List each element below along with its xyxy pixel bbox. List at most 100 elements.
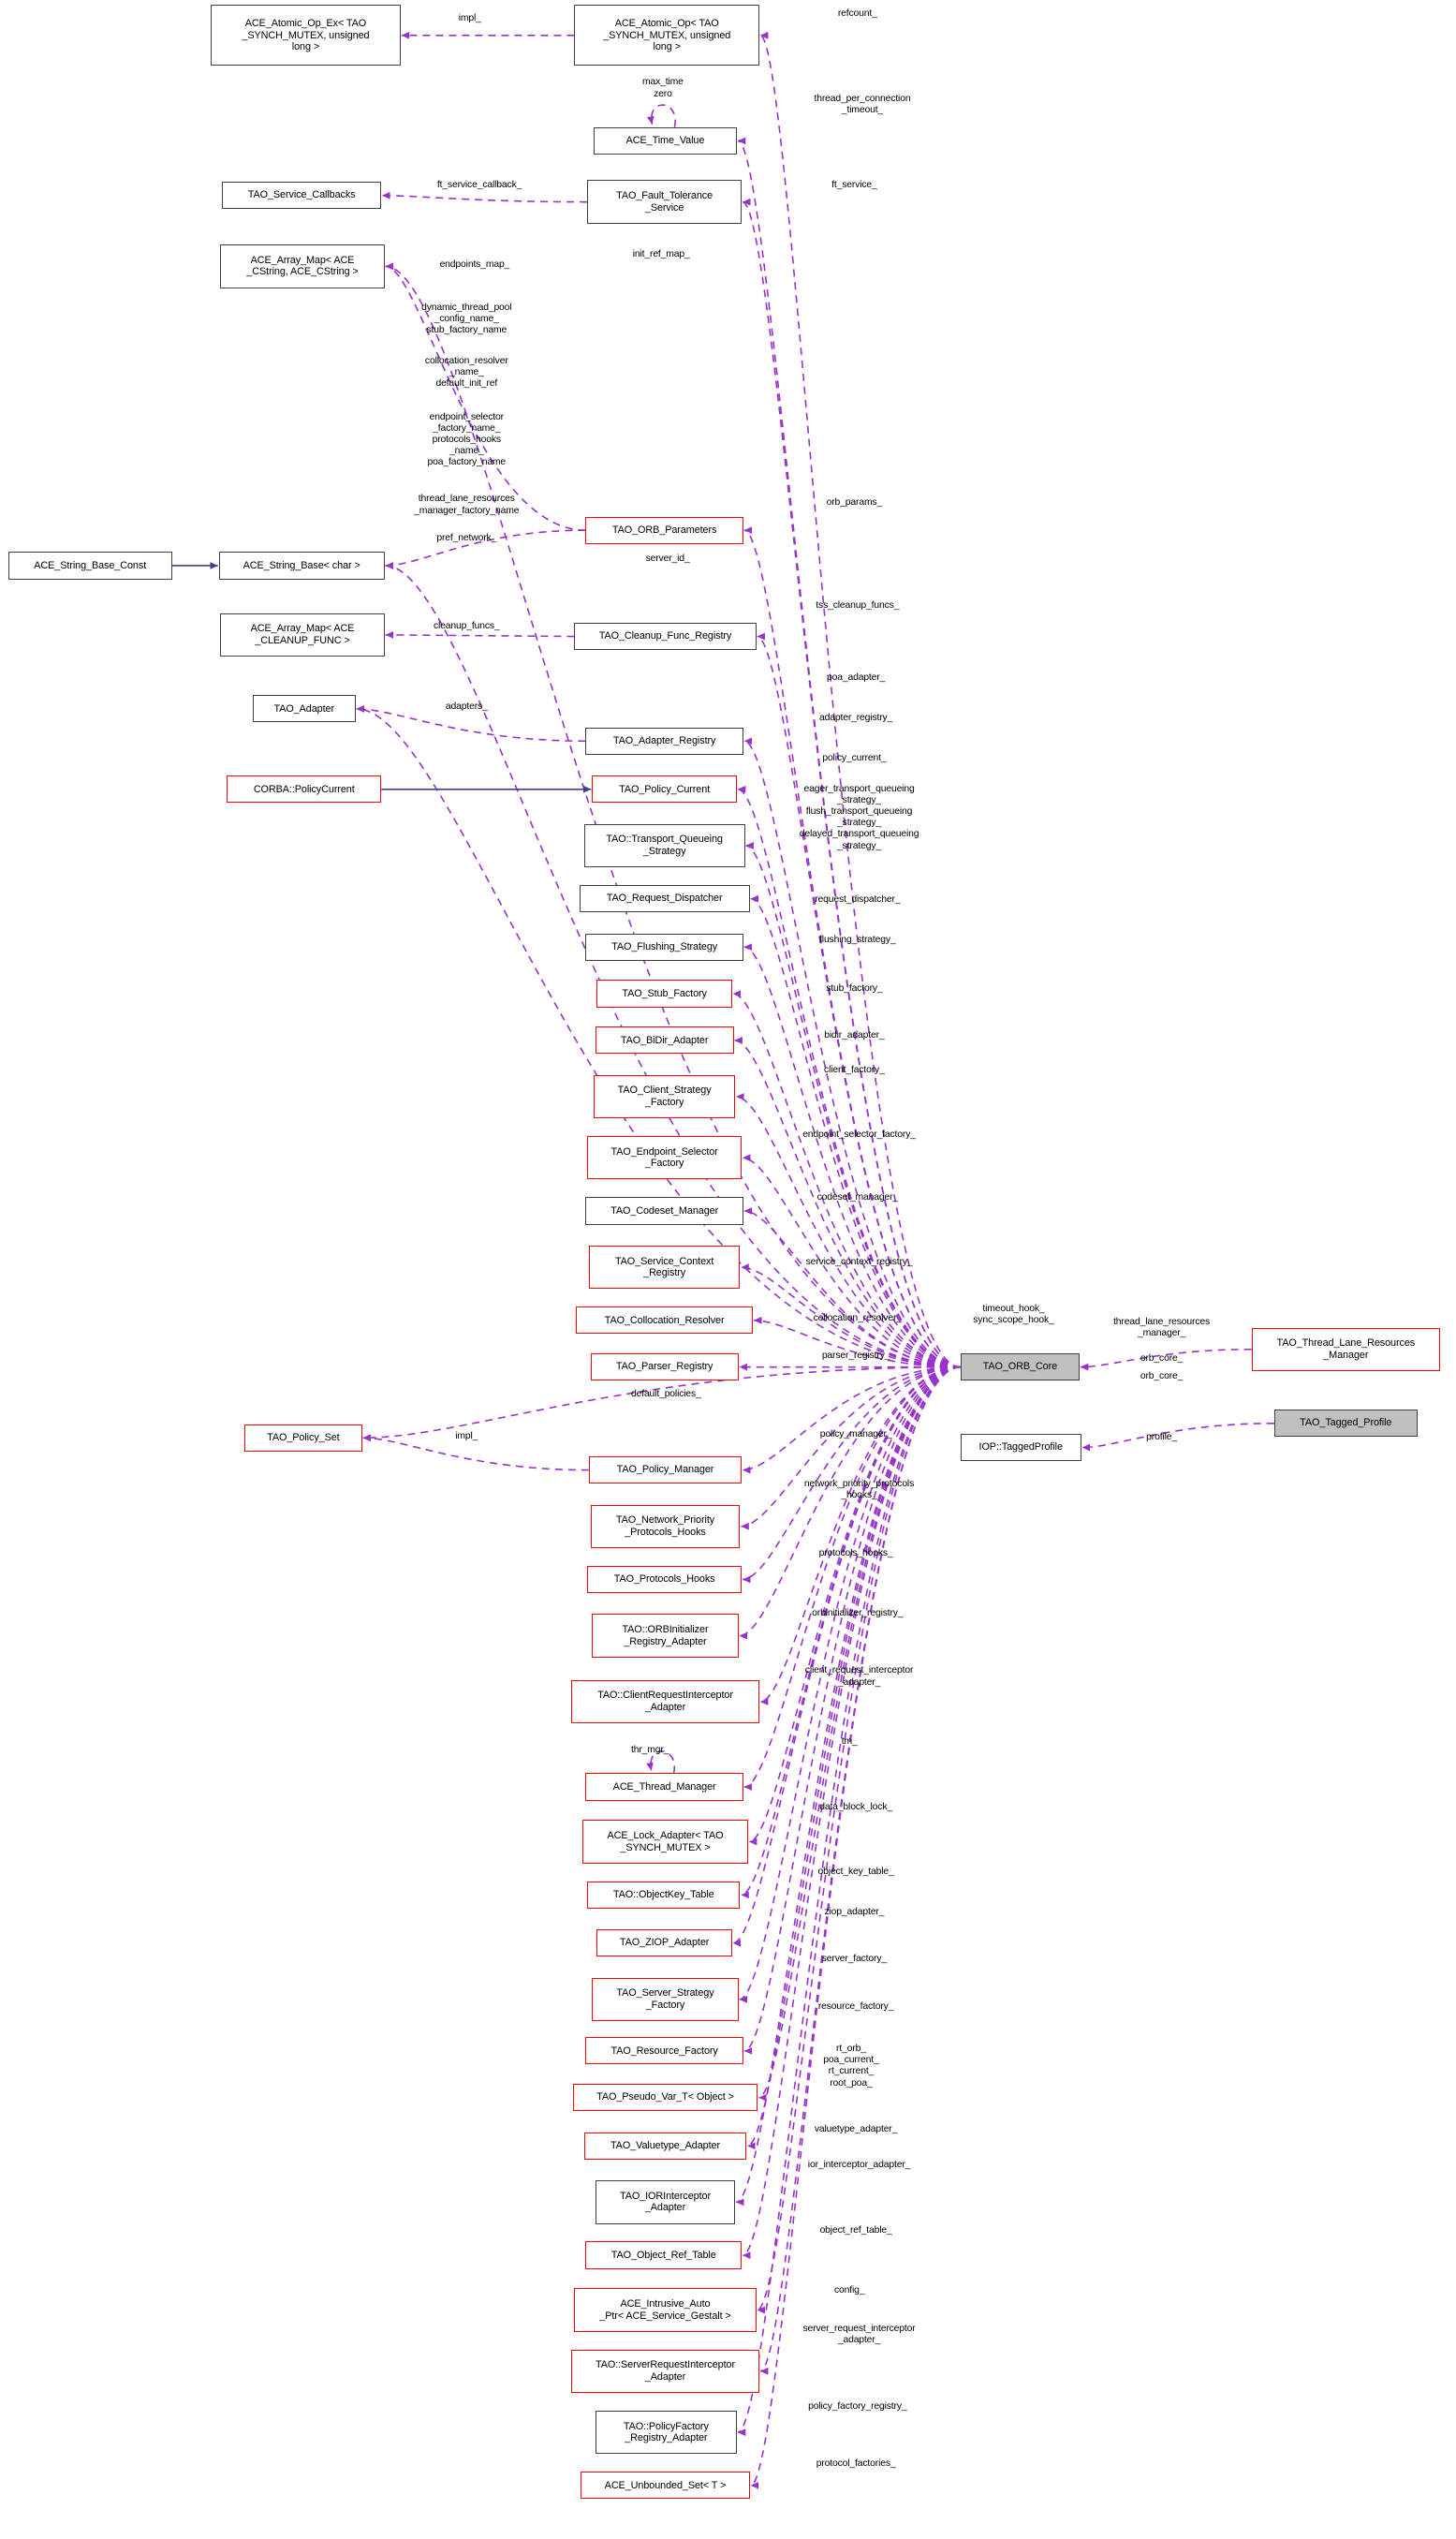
edge-label: max_time zero bbox=[642, 77, 684, 99]
class-node[interactable]: TAO_Codeset_Manager bbox=[585, 1197, 743, 1225]
edge bbox=[356, 704, 586, 743]
edge-label: orb_core_ bbox=[1140, 1370, 1184, 1381]
class-node[interactable]: ACE_Unbounded_Set< T > bbox=[581, 2472, 750, 2500]
edge-label: server_id_ bbox=[645, 554, 690, 565]
class-node[interactable]: TAO_ZIOP_Adapter bbox=[596, 1929, 732, 1957]
edge-label: endpoints_map_ bbox=[439, 258, 510, 270]
class-node[interactable]: ACE_Time_Value bbox=[594, 126, 737, 155]
class-node[interactable]: TAO_Cleanup_Func_Registry bbox=[574, 622, 757, 651]
edge-label: eager_transport_queueing _strategy_ flus… bbox=[799, 783, 919, 851]
edge bbox=[732, 990, 961, 1368]
class-node[interactable]: TAO::ObjectKey_Table bbox=[587, 1881, 741, 1909]
class-node[interactable]: TAO_Protocols_Hooks bbox=[587, 1565, 743, 1594]
class-node[interactable]: TAO::PolicyFactory _Registry_Adapter bbox=[595, 2410, 737, 2455]
class-node[interactable]: TAO_Request_Dispatcher bbox=[579, 885, 750, 913]
edge-label: poa_adapter_ bbox=[826, 672, 886, 684]
edge-label: endpoint_selector _factory_name_ protoco… bbox=[427, 411, 507, 468]
class-node[interactable]: IOP::TaggedProfile bbox=[960, 1433, 1081, 1462]
edge bbox=[737, 1365, 961, 2436]
class-node[interactable]: TAO_Tagged_Profile bbox=[1273, 1410, 1418, 1438]
class-node[interactable]: TAO_Object_Ref_Table bbox=[585, 2241, 743, 2269]
edge-label: rt_orb_ poa_current_ rt_current_ root_po… bbox=[823, 2044, 879, 2089]
class-node[interactable]: ACE_Atomic_Op< TAO _SYNCH_MUTEX, unsigne… bbox=[574, 5, 759, 66]
edge-label: init_ref_map_ bbox=[632, 249, 690, 260]
class-node[interactable]: TAO_Adapter bbox=[252, 695, 356, 723]
class-node[interactable]: TAO_ORB_Parameters bbox=[585, 516, 743, 544]
class-node[interactable]: TAO_Parser_Registry bbox=[590, 1353, 739, 1381]
edge-label: collocation_resolver _name_ default_init… bbox=[424, 355, 508, 390]
edge bbox=[745, 842, 961, 1368]
class-node[interactable]: ACE_Intrusive_Auto _Ptr< ACE_Service_Ges… bbox=[574, 2288, 757, 2332]
edge bbox=[757, 1365, 961, 2102]
edge-label: policy_current_ bbox=[822, 753, 887, 764]
class-node[interactable]: ACE_String_Base_Const bbox=[7, 552, 172, 580]
edge-label: tss_cleanup_funcs_ bbox=[816, 599, 900, 611]
edge-label: tm_ bbox=[841, 1735, 858, 1747]
edge-label: config_ bbox=[834, 2284, 865, 2295]
class-node[interactable]: TAO_Adapter_Registry bbox=[585, 727, 743, 755]
edge bbox=[385, 631, 575, 639]
edge-label: request_dispatcher_ bbox=[815, 894, 901, 906]
class-node[interactable]: TAO_Policy_Set bbox=[244, 1424, 362, 1452]
edge-label: policy_manager_ bbox=[819, 1428, 892, 1439]
class-node[interactable]: TAO_Service_Context _Registry bbox=[588, 1245, 741, 1290]
edge bbox=[759, 32, 961, 1368]
edge-label: profile_ bbox=[1146, 1432, 1177, 1443]
class-node[interactable]: ACE_Array_Map< ACE _CString, ACE_CString… bbox=[220, 244, 385, 288]
class-node[interactable]: TAO_Pseudo_Var_T< Object > bbox=[572, 2084, 758, 2112]
class-node[interactable]: TAO_IORInterceptor _Adapter bbox=[595, 2180, 736, 2224]
class-node[interactable]: TAO_Collocation_Resolver bbox=[576, 1306, 754, 1335]
class-node[interactable]: ACE_Thread_Manager bbox=[585, 1773, 743, 1801]
edge bbox=[732, 1365, 961, 1947]
class-node[interactable]: TAO_Network_Priority _Protocols_Hooks bbox=[590, 1504, 741, 1548]
class-node[interactable]: TAO_Stub_Factory bbox=[596, 980, 732, 1008]
edge-label: impl_ bbox=[455, 1430, 478, 1441]
edge bbox=[743, 1207, 961, 1368]
class-node[interactable]: TAO_BiDir_Adapter bbox=[595, 1026, 734, 1055]
edge-label: pref_network_ bbox=[436, 532, 497, 543]
class-node[interactable]: TAO_Thread_Lane_Resources _Manager bbox=[1251, 1327, 1440, 1371]
class-node[interactable]: CORBA::PolicyCurrent bbox=[227, 775, 382, 804]
class-node[interactable]: TAO::Transport_Queueing _Strategy bbox=[583, 823, 745, 868]
edge-label: timeout_hook_ sync_scope_hook_ bbox=[973, 1303, 1054, 1325]
class-node[interactable]: TAO_Valuetype_Adapter bbox=[583, 2132, 747, 2160]
class-node[interactable]: TAO_ORB_Core bbox=[960, 1353, 1080, 1381]
edge-label: thread_lane_resources _manager_ bbox=[1113, 1316, 1211, 1338]
class-node[interactable]: TAO_Fault_Tolerance _Service bbox=[587, 180, 743, 224]
edge-label: object_ref_table_ bbox=[819, 2225, 892, 2236]
edge-label: codeset_manager_ bbox=[816, 1192, 899, 1203]
class-node[interactable]: TAO_Client_Strategy _Factory bbox=[594, 1074, 736, 1119]
edge-label: orb_params_ bbox=[826, 496, 883, 508]
edge-label: thr_mgr_ bbox=[630, 1744, 669, 1755]
edge-label: resource_factory_ bbox=[817, 2001, 894, 2013]
edge-label: object_key_table_ bbox=[817, 1867, 894, 1878]
edge bbox=[750, 1365, 961, 2489]
edge bbox=[741, 1365, 961, 1899]
class-node[interactable]: ACE_Lock_Adapter< TAO _SYNCH_MUTEX > bbox=[582, 1820, 748, 1864]
edge-label: cleanup_funcs_ bbox=[433, 621, 500, 632]
edge-label: thread_lane_resources _manager_factory_n… bbox=[414, 494, 520, 516]
edge-label: ft_service_callback_ bbox=[436, 180, 522, 191]
class-node[interactable]: TAO::ServerRequestInterceptor _Adapter bbox=[570, 2349, 759, 2393]
edge-label: stub_factory_ bbox=[826, 982, 883, 994]
class-node[interactable]: TAO_Policy_Current bbox=[592, 775, 737, 804]
edge-label: thread_per_connection _timeout_ bbox=[814, 93, 911, 115]
edge bbox=[743, 1365, 961, 2055]
class-node[interactable]: TAO_Server_Strategy _Factory bbox=[592, 1977, 739, 2022]
class-node[interactable]: ACE_Array_Map< ACE _CLEANUP_FUNC > bbox=[220, 613, 385, 657]
class-node[interactable]: ACE_String_Base< char > bbox=[218, 552, 385, 580]
class-node[interactable]: ACE_Atomic_Op_Ex< TAO _SYNCH_MUTEX, unsi… bbox=[211, 5, 401, 66]
class-node[interactable]: TAO_Service_Callbacks bbox=[222, 182, 382, 210]
edge-label: collocation_resolver_ bbox=[813, 1313, 902, 1324]
edge-label: server_request_interceptor _adapter_ bbox=[802, 2324, 916, 2346]
edge-label: adapter_registry_ bbox=[818, 713, 893, 724]
edge-label: protocols_hooks_ bbox=[818, 1547, 893, 1558]
class-node[interactable]: TAO_Policy_Manager bbox=[588, 1456, 743, 1484]
class-node[interactable]: TAO_Flushing_Strategy bbox=[585, 933, 743, 961]
edge-label: adapters_ bbox=[445, 701, 488, 713]
class-node[interactable]: TAO::ClientRequestInterceptor _Adapter bbox=[570, 1679, 759, 1724]
edge-label: refcount_ bbox=[837, 7, 877, 19]
class-node[interactable]: TAO::ORBInitializer _Registry_Adapter bbox=[592, 1614, 739, 1658]
class-node[interactable]: TAO_Resource_Factory bbox=[585, 2037, 743, 2065]
class-node[interactable]: TAO_Endpoint_Selector _Factory bbox=[587, 1136, 743, 1180]
